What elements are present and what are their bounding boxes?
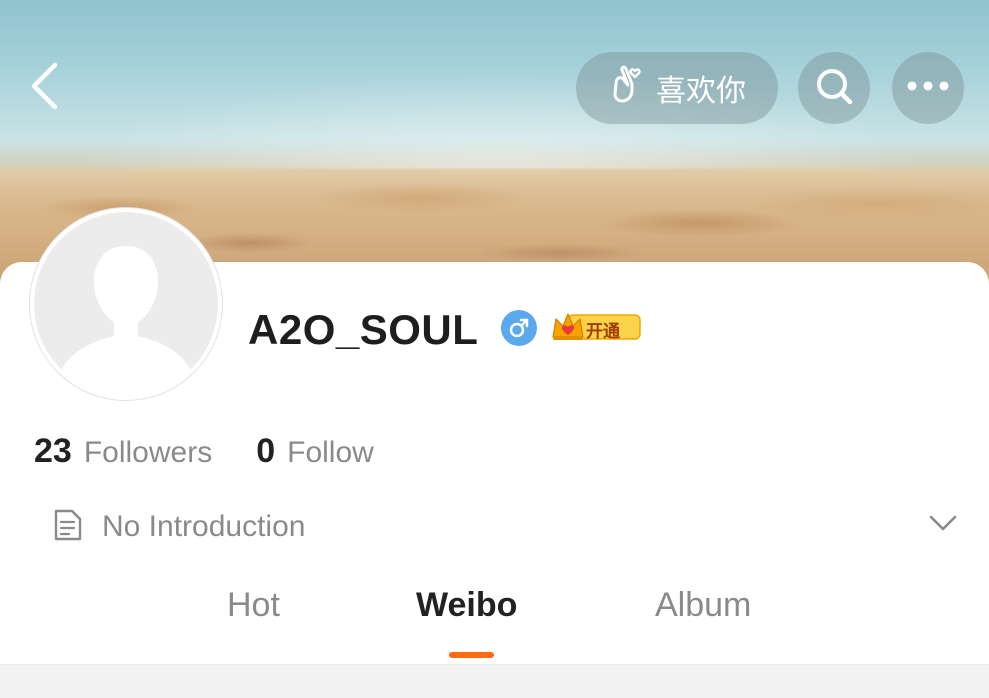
vip-open-label: 开通 [586,322,620,341]
avatar[interactable] [30,208,222,400]
introduction-row[interactable]: No Introduction [52,505,962,549]
male-icon [501,310,537,346]
profile-tabs: Hot Weibo Album [0,586,989,656]
follow-label: Follow [287,436,374,469]
profile-stats: 23 Followers 0 Follow [34,432,374,471]
feed-area [0,664,989,698]
introduction-text: No Introduction [102,510,306,543]
document-icon [52,507,84,548]
tab-weibo[interactable]: Weibo [416,586,517,625]
search-button[interactable] [798,52,870,124]
like-you-button[interactable]: 喜欢你 [576,52,778,124]
search-icon [814,66,854,111]
followers-label: Followers [83,436,213,469]
active-tab-indicator [449,652,494,658]
vip-open-badge[interactable]: 开通 [550,310,642,344]
heart-hand-icon [608,64,646,112]
chevron-down-icon[interactable] [928,513,958,538]
follow-count: 0 [256,432,276,470]
followers-stat[interactable]: 23 Followers [34,432,212,471]
like-you-label: 喜欢你 [656,75,746,108]
follow-stat[interactable]: 0 Follow [256,432,374,471]
default-avatar-icon [60,246,192,396]
followers-count: 23 [34,432,72,470]
username: A2O_SOUL [248,306,479,353]
more-button[interactable] [892,52,964,124]
back-button[interactable] [22,58,66,118]
tab-hot[interactable]: Hot [227,586,280,625]
tab-album[interactable]: Album [655,586,751,625]
chevron-left-icon [27,61,61,116]
ellipsis-icon [906,79,950,97]
